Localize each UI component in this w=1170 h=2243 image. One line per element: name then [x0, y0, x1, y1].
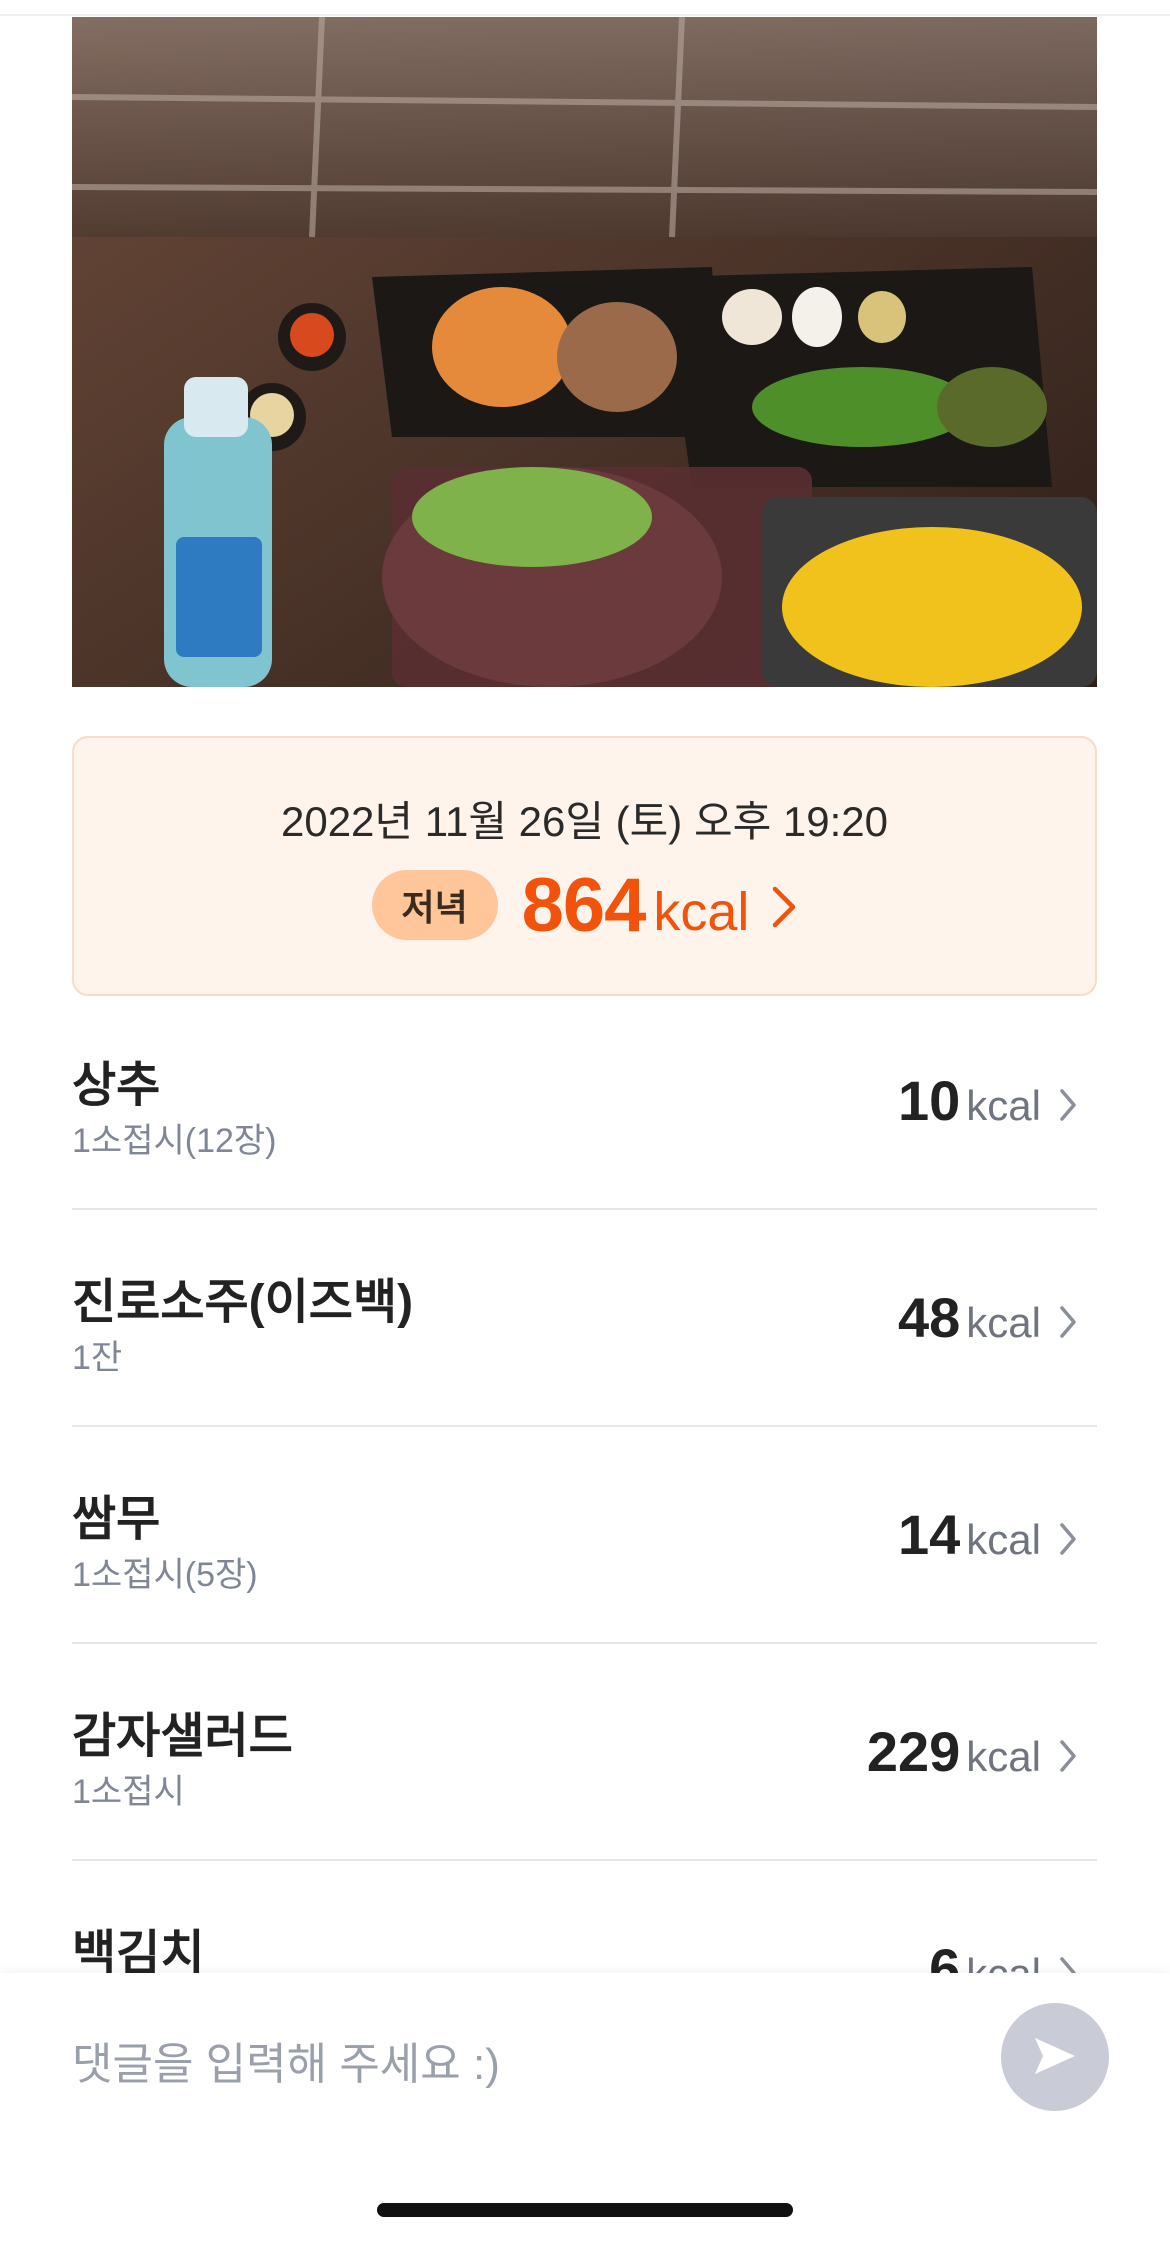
food-kcal-value: 48	[898, 1286, 961, 1349]
food-kcal-unit: kcal	[966, 1082, 1041, 1129]
food-serving: 1잔	[72, 1339, 123, 1377]
food-kcal-unit: kcal	[966, 1733, 1041, 1780]
food-kcal: 48 kcal	[898, 1285, 1077, 1350]
meal-type-badge: 저녁	[371, 870, 498, 940]
send-button[interactable]	[1001, 2003, 1109, 2111]
food-item[interactable]: 진로소주(이즈백) 1잔 48 kcal	[72, 1210, 1097, 1427]
food-name: 쌈무	[72, 1493, 161, 1546]
meal-photo[interactable]	[72, 17, 1097, 687]
send-icon	[1031, 2034, 1079, 2081]
food-kcal-unit: kcal	[966, 1299, 1041, 1346]
meal-datetime: 2022년 11월 26일 (토) 오후 19:20	[280, 798, 888, 845]
meal-total-kcal: 864	[521, 862, 647, 948]
food-kcal: 14 kcal	[898, 1502, 1077, 1567]
food-kcal: 10 kcal	[898, 1068, 1077, 1133]
meal-summary-card[interactable]: 2022년 11월 26일 (토) 오후 19:20 저녁 864 kcal	[72, 736, 1097, 996]
food-item[interactable]: 감자샐러드 1소접시 229 kcal	[72, 1644, 1097, 1861]
food-item[interactable]: 상추 1소접시(12장) 10 kcal	[72, 993, 1097, 1210]
food-name: 감자샐러드	[72, 1710, 293, 1763]
chevron-right-icon[interactable]	[771, 885, 797, 934]
food-kcal-unit: kcal	[966, 1516, 1041, 1563]
food-kcal-value: 229	[866, 1720, 961, 1783]
food-kcal: 229 kcal	[867, 1719, 1077, 1784]
meal-photo-illustration	[72, 17, 1097, 687]
food-serving: 1소접시	[72, 1773, 185, 1811]
meal-total-row[interactable]: 저녁 864 kcal	[74, 860, 1095, 950]
food-item[interactable]: 쌈무 1소접시(5장) 14 kcal	[72, 1427, 1097, 1644]
food-name: 상추	[72, 1059, 161, 1112]
meal-kcal-unit: kcal	[653, 882, 750, 942]
food-serving: 1소접시(5장)	[72, 1556, 258, 1594]
chevron-right-icon[interactable]	[1059, 1522, 1077, 1561]
food-list: 상추 1소접시(12장) 10 kcal 진로소주(이즈백) 1잔 48 kca…	[72, 993, 1097, 2076]
chevron-right-icon[interactable]	[1059, 1305, 1077, 1344]
chevron-right-icon[interactable]	[1059, 1739, 1077, 1778]
food-kcal-value: 14	[898, 1503, 961, 1566]
comment-bar	[0, 1973, 1170, 2243]
top-divider	[0, 14, 1170, 16]
comment-input[interactable]	[72, 2033, 972, 2097]
home-indicator	[377, 2203, 793, 2217]
food-name: 진로소주(이즈백)	[72, 1276, 414, 1329]
food-kcal-value: 10	[898, 1069, 961, 1132]
chevron-right-icon[interactable]	[1059, 1088, 1077, 1127]
food-serving: 1소접시(12장)	[72, 1122, 277, 1160]
